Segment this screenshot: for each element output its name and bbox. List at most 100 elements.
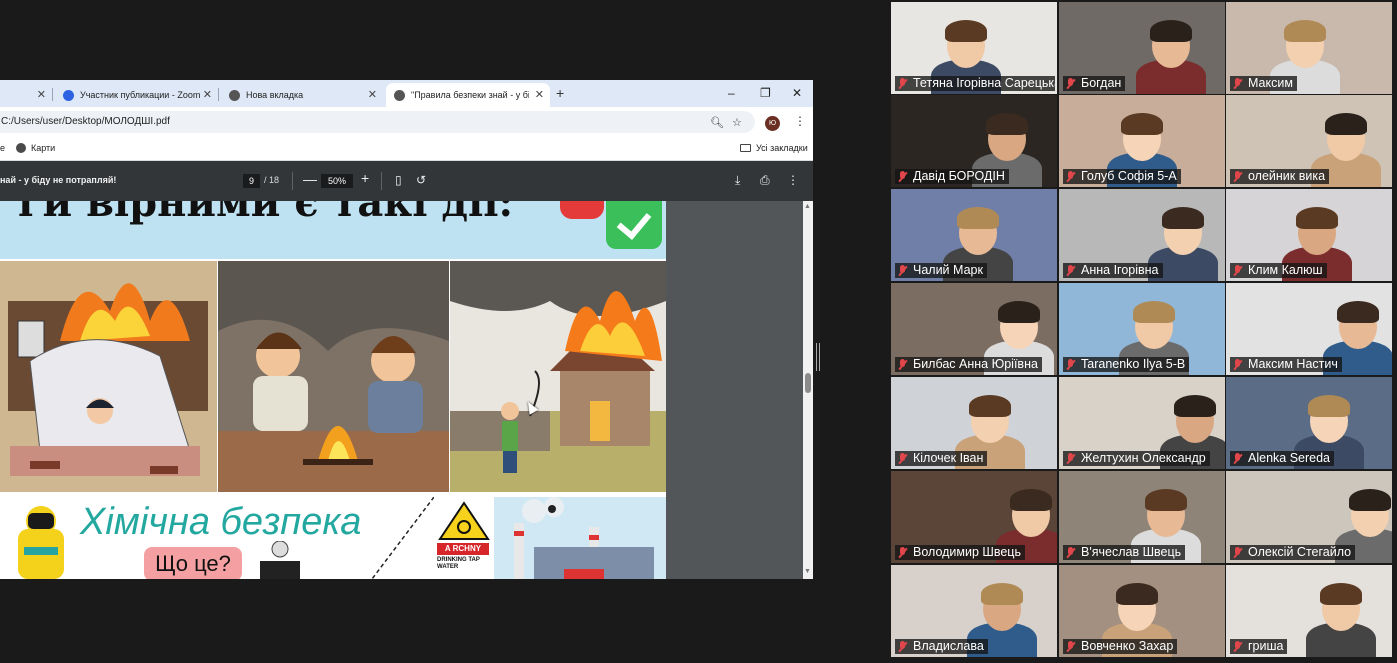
- tab-close-icon[interactable]: ✕: [535, 88, 544, 101]
- panel-splitter-handle[interactable]: [816, 343, 820, 371]
- tab-pdf[interactable]: "Правила безпеки знай - у біді ✕: [386, 83, 550, 107]
- participant-hair: [1296, 207, 1338, 229]
- muted-mic-icon: [1233, 547, 1242, 558]
- muted-mic-icon: [898, 171, 907, 182]
- participant-name: Володимир Швець: [913, 545, 1021, 559]
- muted-mic-icon: [1066, 171, 1075, 182]
- participant-tile[interactable]: гриша: [1226, 565, 1392, 657]
- participant-name: Богдан: [1081, 76, 1122, 90]
- participant-hair: [1174, 395, 1216, 417]
- participant-nametag: Максим Настич: [1230, 357, 1342, 372]
- sign-text: DRINKING TAP WATER: [437, 557, 480, 570]
- participant-tile[interactable]: Кілочек Іван: [891, 377, 1057, 469]
- participant-hair: [1150, 20, 1192, 42]
- participant-tile[interactable]: Билбас Анна Юріївна: [891, 283, 1057, 375]
- muted-mic-icon: [1233, 359, 1242, 370]
- participant-tile[interactable]: Олексій Стегайло: [1226, 471, 1392, 563]
- participant-tile[interactable]: Богдан: [1059, 2, 1225, 94]
- participant-hair: [1320, 583, 1362, 605]
- tab-close-icon[interactable]: ✕: [37, 88, 46, 101]
- participant-nametag: Владислава: [895, 639, 988, 654]
- muted-mic-icon: [898, 78, 907, 89]
- participant-tile[interactable]: олейник вика: [1226, 95, 1392, 187]
- bookmark-star-icon[interactable]: ☆: [732, 116, 742, 129]
- tab-close-icon[interactable]: ✕: [368, 88, 377, 101]
- participant-tile[interactable]: Желтухин Олександр: [1059, 377, 1225, 469]
- zoom-out-button[interactable]: —: [303, 171, 317, 187]
- scroll-down-icon[interactable]: ▼: [804, 568, 811, 575]
- tab-new[interactable]: Нова вкладка ✕: [221, 83, 383, 107]
- sign-label: A RCHNY: [437, 543, 489, 555]
- rotate-icon[interactable]: ↺: [416, 173, 426, 187]
- pdf-menu-icon[interactable]: ⋮: [787, 173, 799, 187]
- participant-tile[interactable]: Максим: [1226, 2, 1392, 94]
- page-banner: ги вірними є такі дії:: [0, 201, 666, 259]
- tab-partial[interactable]: ✕: [0, 83, 52, 107]
- participant-name: Максим: [1248, 76, 1293, 90]
- participant-hair: [1308, 395, 1350, 417]
- page-number-input[interactable]: 9: [243, 174, 260, 188]
- participant-tile[interactable]: Вовченко Захар: [1059, 565, 1225, 657]
- fit-page-icon[interactable]: ▯: [395, 173, 402, 187]
- bookmark-partial[interactable]: е: [0, 143, 5, 153]
- check-badge-icon: [606, 201, 662, 249]
- muted-mic-icon: [1066, 359, 1075, 370]
- muted-mic-icon: [1233, 78, 1242, 89]
- scroll-up-icon[interactable]: ▲: [804, 203, 811, 210]
- participant-tile[interactable]: Клим Калюш: [1226, 189, 1392, 281]
- tab-zoom[interactable]: Участник публикации - Zoom ✕: [55, 83, 218, 107]
- participant-tile[interactable]: Володимир Швець: [891, 471, 1057, 563]
- print-icon[interactable]: ⎙: [760, 173, 770, 188]
- tab-close-icon[interactable]: ✕: [203, 88, 212, 101]
- participant-tile[interactable]: Taranenko Ilya 5-B: [1059, 283, 1225, 375]
- muted-mic-icon: [898, 453, 907, 464]
- pdf-title: най - у біду не потрапляй!: [0, 175, 117, 185]
- participant-name: В'ячеслав Швець: [1081, 545, 1182, 559]
- participant-name: Чалий Марк: [913, 263, 983, 277]
- participant-tile[interactable]: Голуб Софія 5-А: [1059, 95, 1225, 187]
- participant-tile[interactable]: Анна Ігорівна: [1059, 189, 1225, 281]
- participant-nametag: В'ячеслав Швець: [1063, 545, 1186, 560]
- participant-tile[interactable]: В'ячеслав Швець: [1059, 471, 1225, 563]
- participant-tile[interactable]: Чалий Марк: [891, 189, 1057, 281]
- participant-nametag: Желтухин Олександр: [1063, 451, 1210, 466]
- participant-nametag: Голуб Софія 5-А: [1063, 169, 1181, 184]
- new-tab-button[interactable]: +: [556, 85, 564, 101]
- participant-tile[interactable]: Alenka Sereda: [1226, 377, 1392, 469]
- participant-tile[interactable]: Владислава: [891, 565, 1057, 657]
- participant-hair: [998, 301, 1040, 323]
- minimize-button[interactable]: –: [728, 86, 735, 100]
- muted-mic-icon: [1066, 641, 1075, 652]
- pdf-viewer[interactable]: ги вірними є такі дії: Хімічна безпека Щ…: [0, 201, 813, 579]
- banner-title: ги вірними є такі дії:: [18, 201, 514, 226]
- muted-mic-icon: [1066, 547, 1075, 558]
- participant-tile[interactable]: Давід БОРОДІН: [891, 95, 1057, 187]
- muted-mic-icon: [898, 265, 907, 276]
- screen: ✕ Участник публикации - Zoom ✕ Нова вкла…: [0, 0, 1397, 663]
- zoom-level-input[interactable]: 50%: [321, 174, 353, 188]
- participant-nametag: Володимир Швець: [895, 545, 1025, 560]
- restore-button[interactable]: ❐: [760, 86, 771, 100]
- scrollbar-thumb[interactable]: [805, 373, 811, 393]
- close-window-button[interactable]: ✕: [792, 86, 802, 100]
- muted-mic-icon: [1233, 641, 1242, 652]
- participant-nametag: олейник вика: [1230, 169, 1330, 184]
- bookmark-maps[interactable]: Карти: [16, 143, 55, 153]
- participant-name: Анна Ігорівна: [1081, 263, 1159, 277]
- participant-hair: [1121, 113, 1163, 135]
- download-icon[interactable]: ⤓: [735, 173, 740, 188]
- all-bookmarks[interactable]: Усі закладки: [740, 143, 808, 153]
- maps-icon: [16, 143, 26, 153]
- muted-mic-icon: [1233, 265, 1242, 276]
- participant-nametag: Чалий Марк: [895, 263, 987, 278]
- zoom-in-button[interactable]: +: [361, 170, 369, 186]
- illustration-burning-house: [450, 261, 666, 492]
- participant-hair: [1349, 489, 1391, 511]
- participant-tile[interactable]: Максим Настич: [1226, 283, 1392, 375]
- zoom-lens-icon[interactable]: 🔍︎: [710, 116, 724, 129]
- profile-avatar[interactable]: Ю: [765, 116, 780, 131]
- participant-name: Клим Калюш: [1248, 263, 1323, 277]
- url-field[interactable]: C:/Users/user/Desktop/МОЛОДШІ.pdf: [0, 111, 755, 133]
- browser-menu-icon[interactable]: ⋮: [794, 114, 806, 128]
- participant-tile[interactable]: Тетяна Ігорівна Сарецька: [891, 2, 1057, 94]
